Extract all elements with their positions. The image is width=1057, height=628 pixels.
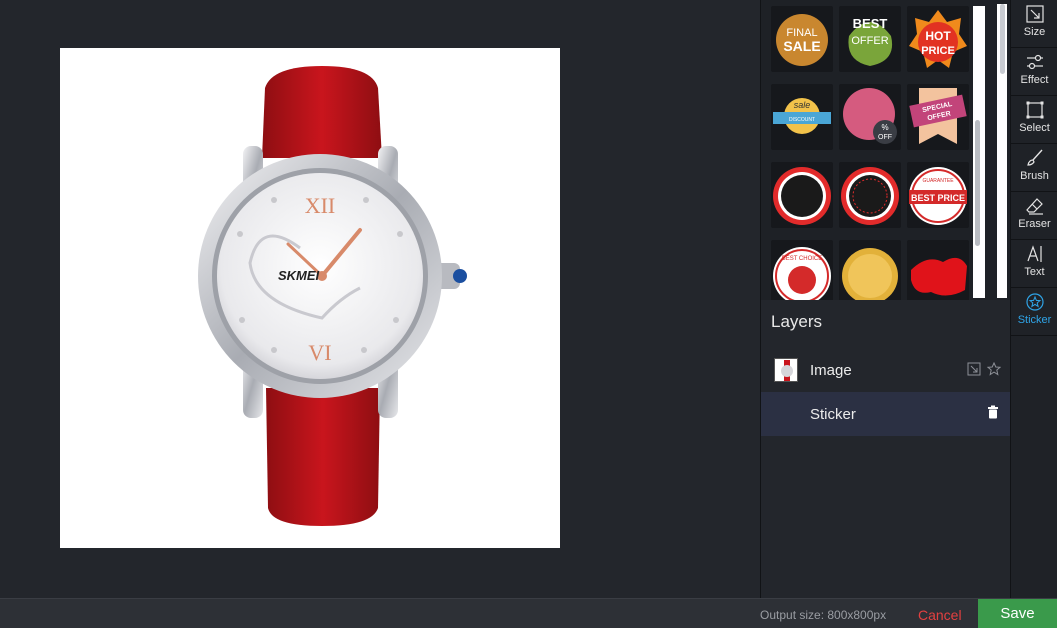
svg-text:VI: VI bbox=[308, 340, 331, 365]
sliders-icon bbox=[1027, 54, 1043, 70]
layers-title: Layers bbox=[771, 312, 823, 331]
photo-editor: XII VI SKMEI FINAL SALE BEST OFFER HOT P… bbox=[0, 0, 1057, 628]
star-icon[interactable] bbox=[987, 362, 1001, 376]
sticker-best-choice[interactable]: BEST CHOICE bbox=[771, 240, 833, 300]
sticker-text: HOT bbox=[925, 29, 951, 43]
tool-size[interactable]: Size bbox=[1011, 0, 1057, 48]
tool-text[interactable]: Text bbox=[1011, 240, 1057, 288]
tool-label: Select bbox=[1019, 122, 1050, 134]
sticker-grid-scrollbar[interactable] bbox=[975, 120, 980, 246]
sticker-special-offer[interactable]: SPECIAL OFFER bbox=[907, 84, 969, 150]
tool-select[interactable]: Select bbox=[1011, 96, 1057, 144]
trash-icon[interactable] bbox=[986, 405, 1000, 419]
svg-text:XII: XII bbox=[305, 193, 336, 218]
save-button[interactable]: Save bbox=[978, 599, 1057, 628]
select-icon bbox=[1026, 101, 1044, 119]
sticker-text: SALE bbox=[783, 38, 820, 54]
sticker-best-price[interactable]: GUARANTEE BEST PRICE bbox=[907, 162, 969, 228]
bottom-bar: Output size: 800x800px Cancel Save bbox=[0, 598, 1057, 628]
text-icon bbox=[1027, 245, 1042, 262]
sticker-red-splash[interactable] bbox=[907, 240, 969, 300]
sticker-pink-circle[interactable]: % OFF bbox=[839, 84, 901, 150]
tool-effect[interactable]: Effect bbox=[1011, 48, 1057, 96]
tool-label: Effect bbox=[1020, 74, 1049, 86]
layer-thumbnail bbox=[774, 358, 798, 382]
canvas-area: XII VI SKMEI bbox=[0, 0, 760, 598]
tool-label: Size bbox=[1023, 26, 1046, 38]
sticker-text: BEST PRICE bbox=[911, 193, 965, 203]
watch-brand: SKMEI bbox=[278, 268, 320, 283]
resize-icon bbox=[1026, 5, 1044, 23]
cancel-button[interactable]: Cancel bbox=[918, 607, 962, 623]
output-size-text: Output size: 800x800px bbox=[760, 608, 887, 622]
sticker-red-badge-2[interactable] bbox=[839, 162, 901, 228]
sticker-text: % bbox=[881, 123, 888, 132]
tool-label: Sticker bbox=[1017, 314, 1052, 326]
sticker-icon bbox=[1026, 293, 1044, 311]
sticker-final-sale[interactable]: FINAL SALE bbox=[771, 6, 833, 72]
sticker-text: PRICE bbox=[921, 45, 955, 57]
sticker-grid: FINAL SALE BEST OFFER HOT PRICE sale DIS… bbox=[761, 0, 1011, 300]
sticker-text: sale bbox=[794, 100, 811, 110]
layer-label: Image bbox=[810, 362, 852, 379]
sticker-text: BEST bbox=[853, 16, 888, 31]
layer-item-sticker[interactable]: Sticker bbox=[761, 392, 1011, 436]
tool-rail: Size Effect Select Brush Eraser Text Sti… bbox=[1010, 0, 1057, 598]
sticker-text: DISCOUNT bbox=[789, 117, 815, 123]
sticker-hot-price[interactable]: HOT PRICE bbox=[907, 6, 969, 72]
sticker-text: GUARANTEE bbox=[922, 178, 954, 184]
sticker-text: OFFER bbox=[851, 35, 888, 47]
side-panel: FINAL SALE BEST OFFER HOT PRICE sale DIS… bbox=[760, 0, 1011, 598]
tool-sticker[interactable]: Sticker bbox=[1011, 288, 1057, 336]
layer-label: Sticker bbox=[810, 406, 856, 423]
panel-scrollbar[interactable] bbox=[1000, 4, 1005, 74]
tool-brush[interactable]: Brush bbox=[1011, 144, 1057, 192]
tool-label: Brush bbox=[1020, 170, 1049, 182]
sticker-red-badge-1[interactable] bbox=[771, 162, 833, 228]
tool-eraser[interactable]: Eraser bbox=[1011, 192, 1057, 240]
eraser-icon bbox=[1026, 198, 1043, 215]
tool-label: Text bbox=[1024, 266, 1045, 278]
watch-image: XII VI SKMEI bbox=[198, 66, 467, 526]
tool-label: Eraser bbox=[1018, 218, 1051, 230]
sticker-thumbs-seal[interactable] bbox=[839, 240, 901, 300]
sticker-text: OFF bbox=[878, 134, 892, 141]
image-canvas[interactable]: XII VI SKMEI bbox=[60, 48, 560, 548]
sticker-best-offer[interactable]: BEST OFFER bbox=[839, 6, 901, 72]
sticker-text: BEST CHOICE bbox=[782, 256, 823, 262]
layer-item-image[interactable]: Image bbox=[761, 348, 1011, 392]
resize-icon[interactable] bbox=[967, 362, 981, 376]
brush-icon bbox=[1027, 149, 1043, 166]
sticker-sale-ribbon[interactable]: sale DISCOUNT bbox=[771, 84, 833, 150]
